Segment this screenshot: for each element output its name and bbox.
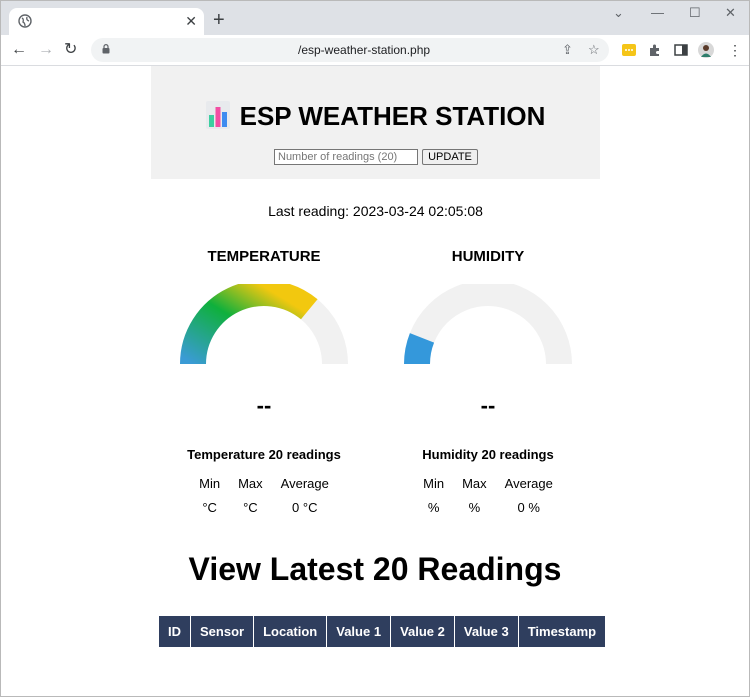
column-header-value-2: Value 2 bbox=[390, 616, 455, 647]
humidity-stats-title: Humidity 20 readings bbox=[422, 447, 554, 462]
temperature-stats-table: Min Max Average °C °C 0 °C bbox=[190, 472, 338, 520]
column-header-value-1: Value 1 bbox=[326, 616, 392, 647]
close-window-icon[interactable]: ✕ bbox=[725, 5, 736, 21]
humidity-stats: Humidity 20 readings Min Max Average % %… bbox=[388, 446, 588, 520]
humidity-gauge-track bbox=[404, 284, 572, 365]
temperature-min-value: °C bbox=[202, 500, 217, 515]
temperature-max-label: Max bbox=[238, 476, 263, 491]
temperature-average-value: 0 °C bbox=[292, 500, 318, 515]
extension-icon[interactable] bbox=[621, 42, 637, 58]
humidity-average-value: 0 % bbox=[517, 500, 540, 515]
bar-chart-icon bbox=[205, 101, 230, 129]
reload-icon[interactable]: ↻ bbox=[64, 40, 77, 60]
title-text: ESP WEATHER STATION bbox=[239, 101, 546, 131]
chevron-down-icon[interactable]: ⌄ bbox=[613, 5, 624, 21]
close-tab-icon[interactable]: ✕ bbox=[185, 12, 197, 30]
browser-toolbar: ← → ↻ /esp-weather-station.php ⇪ ☆ ⋮ bbox=[1, 35, 749, 66]
update-button[interactable]: UPDATE bbox=[422, 149, 478, 165]
column-header-value-3: Value 3 bbox=[454, 616, 519, 647]
address-bar[interactable]: /esp-weather-station.php ⇪ ☆ bbox=[91, 38, 609, 62]
new-tab-icon[interactable]: + bbox=[213, 9, 225, 31]
temperature-gauge-card: TEMPERATURE -- bbox=[169, 248, 359, 418]
humidity-average-label: Average bbox=[504, 476, 553, 491]
minimize-icon[interactable]: — bbox=[651, 5, 664, 21]
browser-window: ✕ + ⌄ — ☐ ✕ ← → ↻ /esp-weather-station.p… bbox=[0, 0, 750, 697]
tab-strip: ✕ + ⌄ — ☐ ✕ bbox=[1, 1, 749, 35]
temperature-value: -- bbox=[256, 393, 272, 418]
forward-icon[interactable]: → bbox=[38, 40, 54, 60]
bookmark-star-icon[interactable]: ☆ bbox=[588, 42, 600, 58]
temperature-stats: Temperature 20 readings Min Max Average … bbox=[164, 446, 364, 520]
avatar[interactable] bbox=[698, 42, 714, 58]
browser-tab[interactable]: ✕ bbox=[9, 8, 204, 35]
temperature-stats-title: Temperature 20 readings bbox=[187, 447, 341, 462]
puzzle-icon[interactable] bbox=[647, 42, 663, 58]
humidity-gauge bbox=[404, 284, 572, 365]
lock-icon bbox=[102, 44, 110, 54]
readings-form: UPDATE bbox=[274, 149, 484, 167]
last-reading-text: Last reading: 2023-03-24 02:05:08 bbox=[268, 203, 483, 219]
page-content: ESP WEATHER STATION UPDATE Last reading:… bbox=[1, 66, 749, 696]
temperature-min-label: Min bbox=[199, 476, 221, 491]
humidity-min-label: Min bbox=[423, 476, 445, 491]
page-header: ESP WEATHER STATION UPDATE bbox=[151, 66, 600, 179]
humidity-max-value: % bbox=[468, 500, 481, 515]
temperature-gauge bbox=[180, 284, 348, 365]
column-header-location: Location bbox=[253, 616, 328, 647]
readings-count-input[interactable] bbox=[274, 149, 418, 165]
humidity-max-label: Max bbox=[462, 476, 487, 491]
humidity-gauge-card: HUMIDITY -- bbox=[393, 248, 583, 418]
menu-icon[interactable]: ⋮ bbox=[728, 40, 742, 60]
temperature-average-label: Average bbox=[280, 476, 329, 491]
humidity-stats-table: Min Max Average % % 0 % bbox=[414, 472, 562, 520]
page-title: ESP WEATHER STATION bbox=[151, 101, 600, 131]
temperature-gauge-title: TEMPERATURE bbox=[207, 248, 321, 265]
temperature-max-value: °C bbox=[243, 500, 258, 515]
back-icon[interactable]: ← bbox=[11, 40, 27, 60]
temperature-gauge-fill bbox=[180, 284, 318, 365]
humidity-gauge-title: HUMIDITY bbox=[451, 248, 525, 265]
globe-icon bbox=[18, 14, 32, 28]
humidity-gauge-fill bbox=[404, 333, 435, 365]
column-header-sensor: Sensor bbox=[190, 616, 255, 647]
humidity-value: -- bbox=[480, 393, 496, 418]
url-text[interactable]: /esp-weather-station.php bbox=[298, 43, 430, 57]
side-panel-icon[interactable] bbox=[673, 42, 689, 58]
maximize-icon[interactable]: ☐ bbox=[689, 5, 701, 21]
column-header-timestamp: Timestamp bbox=[518, 616, 606, 647]
share-icon[interactable]: ⇪ bbox=[562, 42, 573, 58]
humidity-min-value: % bbox=[427, 500, 440, 515]
readings-table: ID Sensor Location Value 1 Value 2 Value… bbox=[159, 616, 606, 647]
latest-readings-title: View Latest 20 Readings bbox=[188, 551, 562, 587]
column-header-id: ID bbox=[159, 616, 191, 647]
